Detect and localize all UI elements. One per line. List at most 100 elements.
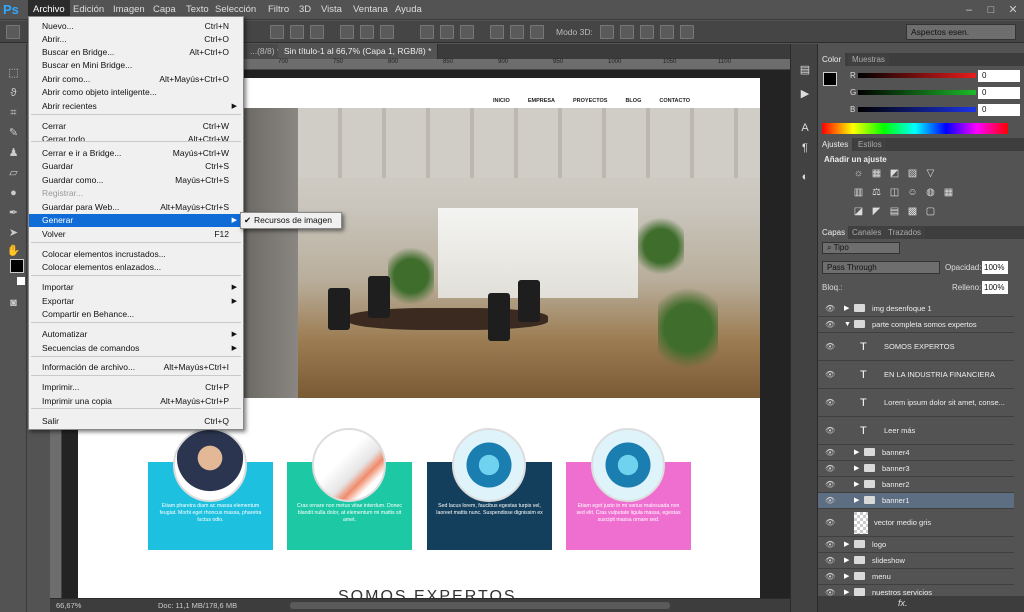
channel-value-g[interactable]: 0 <box>978 87 1020 99</box>
layer-row[interactable]: 👁 ▶ img desenfoque 1 <box>818 301 1014 317</box>
adjustment-posterize-icon[interactable]: ◤ <box>870 206 883 217</box>
doc-size[interactable]: Doc: 11,1 MB/178,6 MB <box>158 599 237 612</box>
character-icon[interactable]: A <box>797 120 813 136</box>
submenu-item-recursos[interactable]: Recursos de imagen <box>254 213 332 228</box>
expand-arrow-icon[interactable]: ▶ <box>854 448 859 458</box>
visibility-eye-icon[interactable]: 👁 <box>825 426 835 435</box>
file-menu-item-nuevo[interactable]: Nuevo... Ctrl+N <box>29 20 243 33</box>
file-menu-item-secuencias-de-comandos[interactable]: Secuencias de comandos ▶ <box>29 342 243 355</box>
selection-tool-icon[interactable]: ➤ <box>6 226 21 240</box>
align-center-icon[interactable] <box>360 25 374 39</box>
blur-tool-icon[interactable]: ● <box>6 186 21 200</box>
foreground-color-swatch[interactable] <box>10 259 24 273</box>
slide-3d-icon[interactable] <box>660 25 674 39</box>
file-menu-item-cerrar-todo[interactable]: Cerrar todo Alt+Ctrl+W <box>29 133 243 146</box>
file-menu-item-volver[interactable]: Volver F12 <box>29 228 243 241</box>
layer-row[interactable]: 👁 ▶ slideshow <box>818 553 1014 569</box>
zoom-level[interactable]: 66,67% <box>56 599 81 612</box>
file-menu-item-importar[interactable]: Importar ▶ <box>29 281 243 294</box>
file-menu-item-cerrar-e-ir-a-bridge[interactable]: Cerrar e ir a Bridge... Mayús+Ctrl+W <box>29 147 243 160</box>
maximize-icon[interactable]: □ <box>980 0 1002 20</box>
menu-ventana[interactable]: Ventana <box>348 0 393 20</box>
close-icon[interactable]: ✕ <box>1002 0 1024 20</box>
scale-3d-icon[interactable] <box>680 25 694 39</box>
file-menu-item-abrir[interactable]: Abrir... Ctrl+O <box>29 33 243 46</box>
layer-row[interactable]: 👁 ▶ banner4 <box>818 445 1014 461</box>
visibility-eye-icon[interactable]: 👁 <box>825 370 835 379</box>
adjustment-bw-icon[interactable]: ◫ <box>888 187 901 198</box>
file-menu-item-exportar[interactable]: Exportar ▶ <box>29 295 243 308</box>
align-middle-icon[interactable] <box>290 25 304 39</box>
eraser-tool-icon[interactable]: ▱ <box>6 166 21 180</box>
layer-row[interactable]: 👁 T Leer más <box>818 417 1014 445</box>
color-spectrum[interactable] <box>822 123 1008 134</box>
menu-3d[interactable]: 3D <box>294 0 316 20</box>
channel-slider-g[interactable] <box>858 90 976 95</box>
file-menu-item-informaci-n-de-archivo[interactable]: Información de archivo... Alt+Mayús+Ctrl+… <box>29 361 243 374</box>
menu-filtro[interactable]: Filtro <box>263 0 294 20</box>
brush-icon[interactable]: ◐ <box>797 169 813 185</box>
distribute-middle-icon[interactable] <box>440 25 454 39</box>
visibility-eye-icon[interactable]: 👁 <box>825 496 835 505</box>
pen-tool-icon[interactable]: ✒ <box>6 206 21 220</box>
distribute-center-icon[interactable] <box>510 25 524 39</box>
layer-row[interactable]: 👁 ▶ banner1 <box>818 493 1014 509</box>
pan-3d-icon[interactable] <box>640 25 654 39</box>
file-menu-item-guardar[interactable]: Guardar Ctrl+S <box>29 160 243 173</box>
layer-row[interactable]: 👁 T SOMOS EXPERTOS <box>818 333 1014 361</box>
adjustment-gradient-map-icon[interactable]: ▩ <box>906 206 919 217</box>
expand-arrow-icon[interactable]: ▶ <box>844 556 849 566</box>
tab-document-2[interactable]: Sin título-1 al 66,7% (Capa 1, RGB/8) * <box>278 44 439 59</box>
adjustment-vibrance-icon[interactable]: ▽ <box>924 168 937 179</box>
blend-mode-select[interactable]: Pass Through <box>822 261 940 274</box>
channel-slider-r[interactable] <box>858 73 976 78</box>
file-menu-item-generar[interactable]: Generar ▶ <box>29 214 243 227</box>
file-menu-item-imprimir-una-copia[interactable]: Imprimir una copia Alt+Mayús+Ctrl+P <box>29 395 243 408</box>
file-menu-item-guardar-como[interactable]: Guardar como... Mayús+Ctrl+S <box>29 174 243 187</box>
tab-capas[interactable]: Capas <box>818 226 850 239</box>
channel-value-b[interactable]: 0 <box>978 104 1020 116</box>
file-menu-item-registrar[interactable]: Registrar... <box>29 187 243 200</box>
file-menu-item-buscar-en-mini-bridge[interactable]: Buscar en Mini Bridge... <box>29 59 243 72</box>
eyedropper-tool-icon[interactable]: ✎ <box>6 126 21 140</box>
fill-input[interactable]: 100% <box>982 281 1008 294</box>
file-menu-item-guardar-para-web[interactable]: Guardar para Web... Alt+Mayús+Ctrl+S <box>29 201 243 214</box>
distribute-right-icon[interactable] <box>530 25 544 39</box>
menu-vista[interactable]: Vista <box>316 0 347 20</box>
expand-arrow-icon[interactable]: ▶ <box>844 540 849 550</box>
file-menu-item-colocar-elementos-enlazados[interactable]: Colocar elementos enlazados... <box>29 261 243 274</box>
lasso-tool-icon[interactable]: ϑ <box>6 86 21 100</box>
adjustment-photo-filter-icon[interactable]: ☺ <box>906 187 919 198</box>
tab-estilos[interactable]: Estilos <box>854 138 886 151</box>
layer-filter-select[interactable]: ⌕ Tipo <box>822 242 900 254</box>
file-menu-item-abrir-como[interactable]: Abrir como... Alt+Mayús+Ctrl+O <box>29 73 243 86</box>
layer-row[interactable]: 👁 T Lorem ipsum dolor sit amet, conse... <box>818 389 1014 417</box>
rotate-3d-icon[interactable] <box>600 25 614 39</box>
visibility-eye-icon[interactable]: 👁 <box>825 304 835 313</box>
expand-arrow-icon[interactable]: ▶ <box>844 304 849 314</box>
visibility-eye-icon[interactable]: 👁 <box>825 540 835 549</box>
align-top-icon[interactable] <box>270 25 284 39</box>
visibility-eye-icon[interactable]: 👁 <box>825 320 835 329</box>
opacity-input[interactable]: 100% <box>982 261 1008 274</box>
quick-mask-icon[interactable]: ◙ <box>6 296 21 310</box>
visibility-eye-icon[interactable]: 👁 <box>825 464 835 473</box>
layer-row[interactable]: 👁 ▶ menu <box>818 569 1014 585</box>
expand-arrow-icon[interactable]: ▶ <box>854 496 859 506</box>
visibility-eye-icon[interactable]: 👁 <box>825 572 835 581</box>
hand-tool-icon[interactable]: ✋ <box>6 244 21 258</box>
layer-row[interactable]: 👁 ▶ banner2 <box>818 477 1014 493</box>
menu-ayuda[interactable]: Ayuda <box>390 0 427 20</box>
align-bottom-icon[interactable] <box>310 25 324 39</box>
align-right-icon[interactable] <box>380 25 394 39</box>
layer-row[interactable]: 👁 vector medio gris <box>818 509 1014 537</box>
file-menu-item-abrir-como-objeto-inteligente[interactable]: Abrir como objeto inteligente... <box>29 86 243 99</box>
background-color-swatch[interactable] <box>16 276 26 286</box>
adjustment-hue-icon[interactable]: ▥ <box>852 187 865 198</box>
expand-arrow-icon[interactable]: ▶ <box>854 480 859 490</box>
file-menu-item-compartir-en-behance[interactable]: Compartir en Behance... <box>29 308 243 321</box>
visibility-eye-icon[interactable]: 👁 <box>825 518 835 527</box>
marquee-tool-icon[interactable]: ⬚ <box>6 66 21 80</box>
expand-arrow-icon[interactable]: ▼ <box>844 320 851 330</box>
tab-color[interactable]: Color <box>818 53 846 66</box>
